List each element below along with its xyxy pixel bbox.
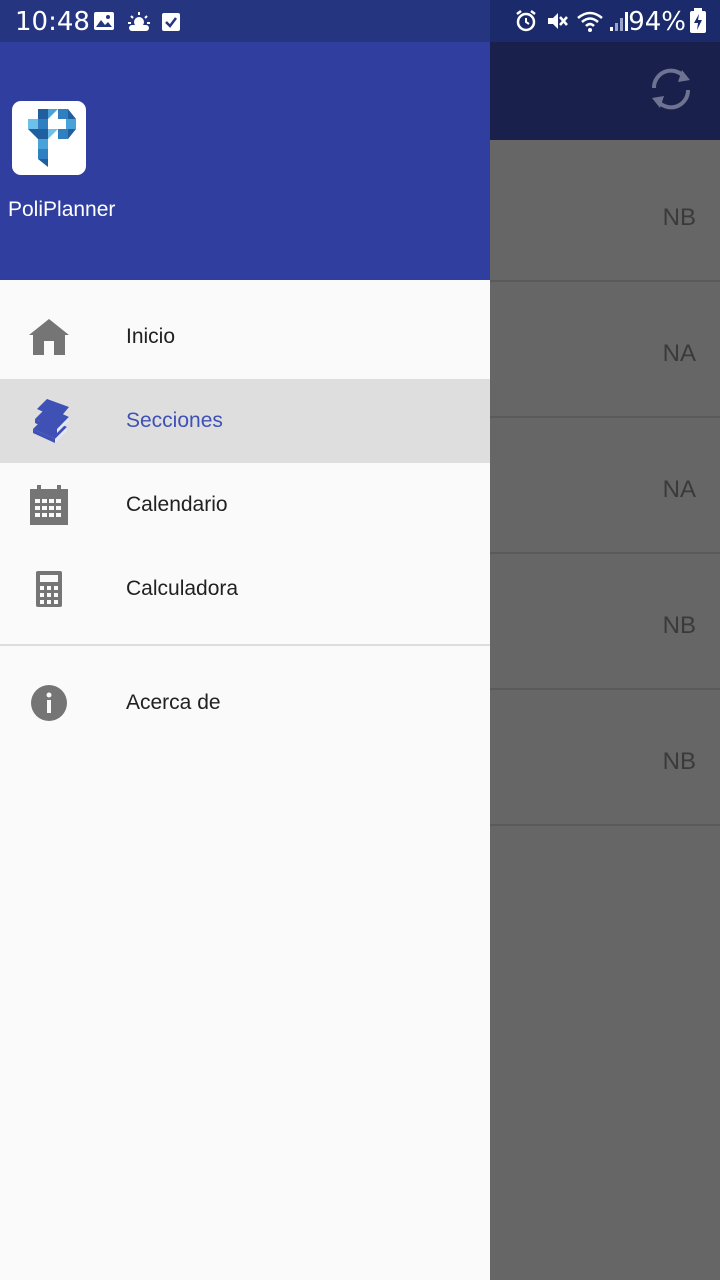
nav-item-calendario[interactable]: Calendario bbox=[0, 463, 490, 547]
app-logo bbox=[12, 101, 86, 175]
grade-label: NB bbox=[662, 612, 696, 639]
poliplanner-logo-icon bbox=[28, 109, 76, 167]
nav-item-label: Acerca de bbox=[126, 691, 221, 714]
background-list-row: NA bbox=[490, 418, 720, 554]
alarm-icon bbox=[516, 10, 536, 32]
calculator-icon bbox=[36, 571, 62, 607]
nav-item-acerca-de[interactable]: Acerca de bbox=[0, 661, 490, 745]
grade-label: NA bbox=[662, 340, 696, 367]
drawer-divider bbox=[0, 644, 490, 646]
status-time: 10:48 bbox=[15, 7, 90, 37]
grade-label: NB bbox=[662, 748, 696, 775]
signal-icon bbox=[610, 12, 628, 31]
nav-item-label: Calculadora bbox=[126, 577, 239, 600]
nav-item-inicio[interactable]: Inicio bbox=[0, 295, 490, 379]
nav-item-label: Calendario bbox=[126, 493, 228, 516]
navigation-drawer: PoliPlanner Inicio Secciones Calendario … bbox=[0, 0, 490, 1280]
nav-item-calculadora[interactable]: Calculadora bbox=[0, 547, 490, 631]
battery-charging-icon bbox=[690, 8, 706, 33]
background-list-row: NA bbox=[490, 282, 720, 418]
wifi-icon bbox=[577, 11, 603, 32]
checkbox-icon bbox=[162, 13, 180, 31]
nav-item-label: Secciones bbox=[126, 409, 223, 432]
nav-item-label: Inicio bbox=[126, 325, 176, 348]
grade-label: NA bbox=[662, 476, 696, 503]
info-icon bbox=[31, 685, 67, 721]
app-name: PoliPlanner bbox=[8, 198, 116, 221]
calendar-icon bbox=[30, 485, 68, 525]
background-list-row: NB bbox=[490, 554, 720, 690]
background-list-row: NB bbox=[490, 146, 720, 282]
home-icon bbox=[29, 319, 69, 355]
status-bar: 10:48 94% bbox=[0, 0, 720, 42]
nav-item-secciones[interactable]: Secciones bbox=[0, 379, 490, 463]
image-icon bbox=[94, 12, 114, 30]
mute-icon bbox=[548, 13, 568, 29]
weather-icon bbox=[128, 12, 150, 31]
battery-percentage: 94% bbox=[628, 7, 686, 37]
grade-label: NB bbox=[662, 204, 696, 231]
background-list-row: NB bbox=[490, 690, 720, 826]
sync-icon[interactable] bbox=[646, 64, 696, 114]
books-icon bbox=[33, 399, 69, 443]
